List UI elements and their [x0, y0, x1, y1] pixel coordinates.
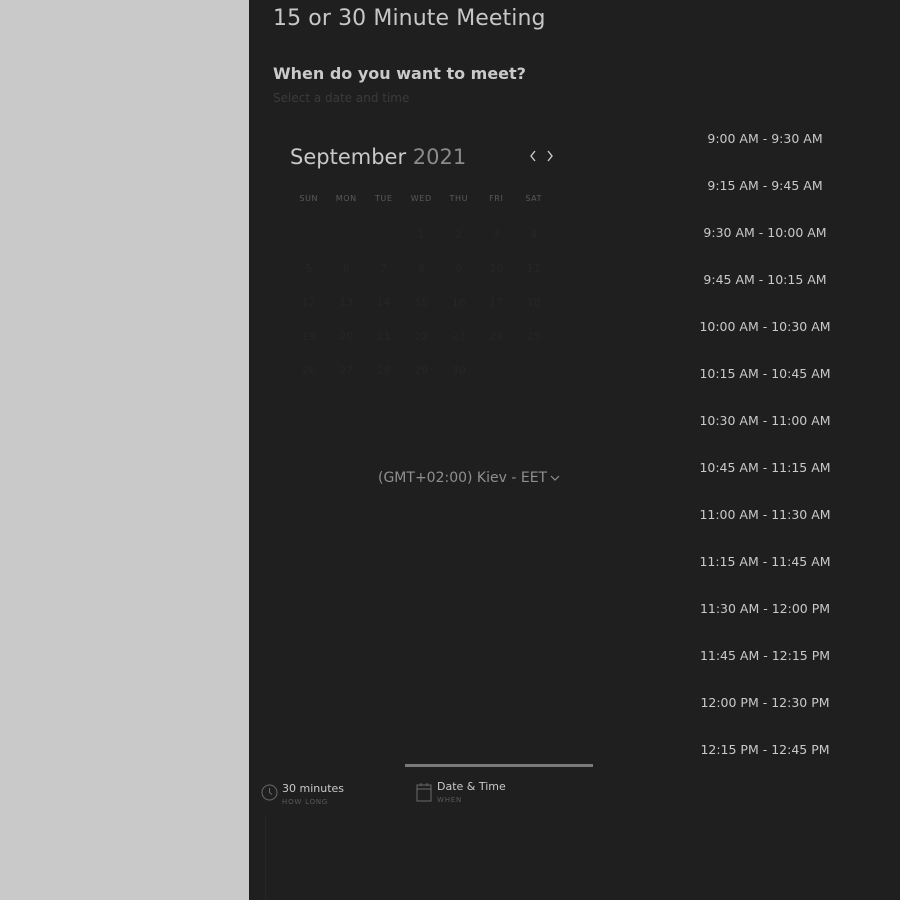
step-duration-value: 30 minutes: [282, 782, 345, 795]
calendar: September 2021 SUN MON TUE WED THU FRI SAT 123…: [279, 140, 569, 410]
section-hint: Select a date and time: [273, 91, 410, 105]
calendar-day[interactable]: 19: [290, 320, 328, 354]
time-slot-button[interactable]: 11:45 AM - 12:15 PM: [689, 633, 841, 680]
calendar-weekday-label: WED: [410, 194, 432, 203]
calendar-day-empty: [365, 218, 403, 252]
step-duration-caption: HOW LONG: [282, 798, 329, 806]
calendar-day[interactable]: 21: [365, 320, 403, 354]
calendar-day[interactable]: 27: [328, 354, 366, 388]
time-slot-list: 9:00 AM - 9:30 AM 9:15 AM - 9:45 AM 9:30 A…: [689, 116, 841, 774]
chevron-left-icon: [530, 150, 536, 162]
chevron-down-icon: [550, 475, 560, 481]
booking-steps-bar: 30 minutes HOW LONG Date & Time WHEN: [249, 764, 900, 900]
calendar-day[interactable]: 16: [440, 286, 478, 320]
scheduler-panel: 15 or 30 Minute Meeting When do you want…: [249, 0, 900, 900]
calendar-day[interactable]: 3: [478, 218, 516, 252]
time-slot-button[interactable]: 10:15 AM - 10:45 AM: [689, 351, 841, 398]
calendar-day[interactable]: 22: [403, 320, 441, 354]
calendar-day-empty: [478, 354, 516, 388]
calendar-weekday-label: SAT: [525, 194, 543, 203]
calendar-weekday-row: SUN MON TUE WED THU FRI SAT: [290, 194, 560, 203]
step-date-time-value: Date & Time: [437, 780, 506, 793]
calendar-day[interactable]: 29: [403, 354, 441, 388]
calendar-day-grid: 1 2 3 4 5 6 7 8 9 10 11 12 13 14 15 16 17 18 19 20 21 22 23 24 2…: [290, 218, 560, 388]
calendar-day[interactable]: 7: [365, 252, 403, 286]
calendar-weekday-label: THU: [449, 194, 469, 203]
calendar-day[interactable]: 28: [365, 354, 403, 388]
calendar-day-empty: [515, 354, 553, 388]
footer-divider: [265, 816, 266, 900]
calendar-day[interactable]: 4: [515, 218, 553, 252]
calendar-day[interactable]: 20: [328, 320, 366, 354]
timezone-label: (GMT+02:00) Kiev - EET: [378, 470, 548, 486]
calendar-day[interactable]: 5: [290, 252, 328, 286]
section-heading: When do you want to meet?: [273, 64, 526, 83]
calendar-weekday-label: SUN: [299, 194, 319, 203]
time-slot-button[interactable]: 10:45 AM - 11:15 AM: [689, 445, 841, 492]
time-slot-button[interactable]: 9:30 AM - 10:00 AM: [689, 210, 841, 257]
page-title: 15 or 30 Minute Meeting: [273, 6, 546, 31]
time-slot-button[interactable]: 11:00 AM - 11:30 AM: [689, 492, 841, 539]
calendar-day[interactable]: 6: [328, 252, 366, 286]
calendar-weekday-label: TUE: [374, 194, 393, 203]
calendar-year: 2021: [412, 145, 467, 169]
calendar-icon: [416, 783, 432, 802]
calendar-day[interactable]: 8: [403, 252, 441, 286]
calendar-day[interactable]: 1: [403, 218, 441, 252]
calendar-day[interactable]: 23: [440, 320, 478, 354]
calendar-day[interactable]: 11: [515, 252, 553, 286]
time-slot-button[interactable]: 9:15 AM - 9:45 AM: [689, 163, 841, 210]
time-slot-button[interactable]: 9:00 AM - 9:30 AM: [689, 116, 841, 163]
clock-icon: [261, 784, 278, 801]
calendar-day[interactable]: 14: [365, 286, 403, 320]
calendar-day[interactable]: 9: [440, 252, 478, 286]
calendar-day-empty: [328, 218, 366, 252]
calendar-day[interactable]: 12: [290, 286, 328, 320]
step-date-time-caption: WHEN: [437, 796, 463, 804]
chevron-right-icon: [547, 150, 553, 162]
step-progress-indicator: [405, 764, 593, 767]
calendar-weekday-label: FRI: [489, 194, 504, 203]
page-backdrop: [0, 0, 249, 900]
calendar-weekday-label: MON: [335, 194, 357, 203]
calendar-day[interactable]: 30: [440, 354, 478, 388]
next-month-button[interactable]: [542, 146, 558, 170]
calendar-day[interactable]: 2: [440, 218, 478, 252]
calendar-day-empty: [290, 218, 328, 252]
calendar-day[interactable]: 17: [478, 286, 516, 320]
calendar-day[interactable]: 26: [290, 354, 328, 388]
calendar-day[interactable]: 15: [403, 286, 441, 320]
time-slot-button[interactable]: 12:00 PM - 12:30 PM: [689, 680, 841, 727]
calendar-day[interactable]: 25: [515, 320, 553, 354]
timezone-select[interactable]: (GMT+02:00) Kiev - EET: [371, 468, 567, 492]
time-slot-button[interactable]: 9:45 AM - 10:15 AM: [689, 257, 841, 304]
calendar-day[interactable]: 10: [478, 252, 516, 286]
time-slot-button[interactable]: 10:30 AM - 11:00 AM: [689, 398, 841, 445]
calendar-day[interactable]: 24: [478, 320, 516, 354]
calendar-day[interactable]: 13: [328, 286, 366, 320]
calendar-month: September: [290, 145, 407, 169]
time-slot-button[interactable]: 10:00 AM - 10:30 AM: [689, 304, 841, 351]
time-slot-button[interactable]: 11:30 AM - 12:00 PM: [689, 586, 841, 633]
time-slot-button[interactable]: 11:15 AM - 11:45 AM: [689, 539, 841, 586]
calendar-month-title: September 2021: [290, 145, 466, 169]
calendar-day[interactable]: 18: [515, 286, 553, 320]
prev-month-button[interactable]: [525, 146, 541, 170]
